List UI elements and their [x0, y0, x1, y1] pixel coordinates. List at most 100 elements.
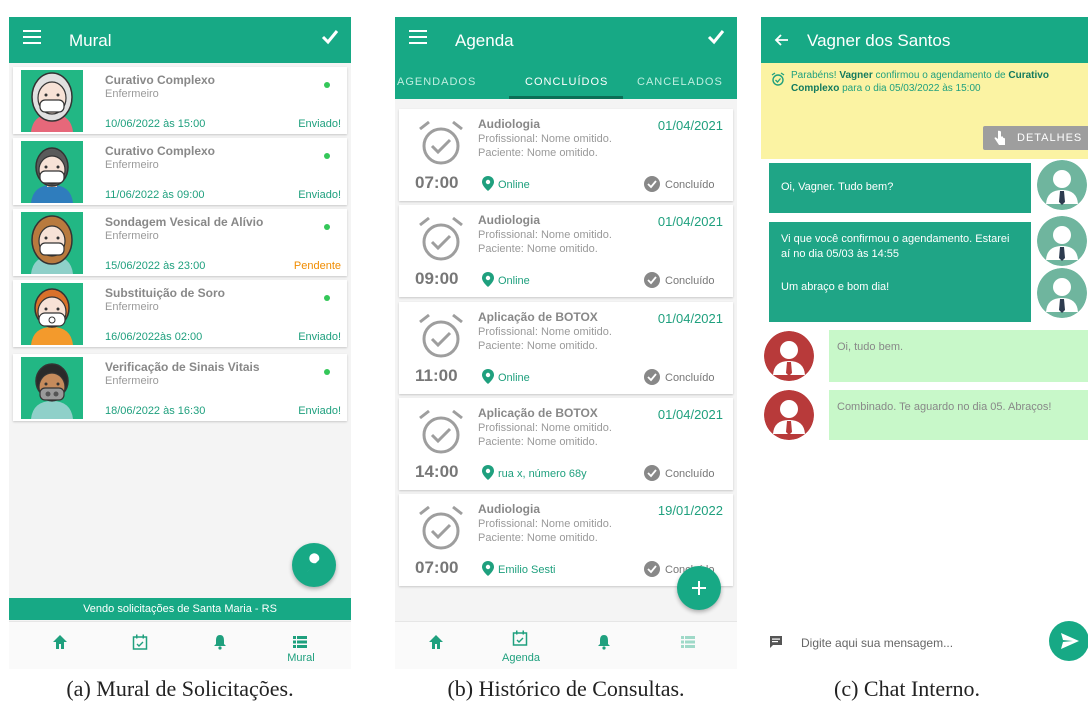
request-card[interactable]: Sondagem Vesical de Alívio Enfermeiro 15… [13, 209, 347, 276]
tab-concluidos[interactable]: CONCLUÍDOS [525, 76, 608, 88]
appointment-time: 14:00 [415, 462, 459, 481]
appointment-title: Audiologia [478, 213, 540, 227]
list-icon [681, 636, 695, 648]
request-datetime: 18/06/2022 às 16:30 [105, 405, 206, 417]
appointment-professional: Profissional: Nome omitido. [478, 422, 612, 434]
notice-text: Parabéns! Vagner confirmou o agendamento… [791, 69, 1083, 95]
location-pin-icon [482, 465, 494, 480]
user-avatar-icon [1037, 160, 1087, 210]
appointment-patient: Paciente: Nome omitido. [478, 340, 598, 352]
appointment-date: 01/04/2021 [657, 214, 723, 229]
appointment-location: Online [498, 275, 530, 287]
appointment-card[interactable]: Aplicação de BOTOX Profissional: Nome om… [399, 302, 733, 394]
appointment-time: 09:00 [415, 269, 459, 288]
wrench-icon [307, 553, 320, 572]
page-title: Agenda [455, 31, 514, 50]
agenda-app-bar: Agenda [395, 17, 737, 63]
alarm-clock-icon [419, 505, 463, 550]
avatar [21, 141, 83, 203]
status-badge: Pendente [293, 260, 341, 272]
appointment-status: Concluído [665, 275, 715, 287]
send-icon [1061, 633, 1079, 649]
nav-agenda[interactable]: Agenda [481, 622, 561, 669]
appointment-date: 01/04/2021 [657, 407, 723, 422]
check-circle-icon [644, 272, 660, 288]
request-role: Enfermeiro [105, 159, 159, 171]
appointment-patient: Paciente: Nome omitido. [478, 243, 598, 255]
nav-agenda[interactable] [101, 622, 181, 669]
bottom-navigation: Agenda [395, 621, 737, 669]
nav-mural[interactable]: Mural [261, 622, 341, 669]
appointment-card[interactable]: Aplicação de BOTOX Profissional: Nome om… [399, 398, 733, 490]
request-datetime: 10/06/2022 às 15:00 [105, 118, 206, 130]
appointment-professional: Profissional: Nome omitido. [478, 229, 612, 241]
nurse-avatar-icon [31, 288, 73, 345]
request-card[interactable]: Curativo Complexo Enfermeiro 10/06/2022 … [13, 67, 347, 134]
status-dot [324, 224, 330, 230]
add-appointment-button[interactable] [677, 566, 721, 610]
wrench-fab-button[interactable] [292, 543, 336, 587]
appointment-status: Concluído [665, 372, 715, 384]
tab-agendados[interactable]: AGENDADOS [397, 76, 476, 88]
avatar [1037, 160, 1087, 210]
list-icon [293, 636, 307, 648]
details-button[interactable]: DETALHES [983, 126, 1088, 150]
request-title: Substituição de Soro [105, 286, 226, 300]
appointment-patient: Paciente: Nome omitido. [478, 436, 598, 448]
menu-icon[interactable] [23, 30, 41, 44]
request-card[interactable]: Curativo Complexo Enfermeiro 11/06/2022 … [13, 138, 347, 205]
appointment-location: Emilio Sesti [498, 564, 556, 576]
nav-label: Agenda [502, 652, 540, 664]
alarm-clock-icon [419, 409, 463, 454]
nav-notifications[interactable] [565, 622, 645, 669]
mural-app-bar: Mural [9, 17, 351, 63]
request-title: Verificação de Sinais Vitais [105, 360, 260, 374]
check-circle-icon [644, 176, 660, 192]
appointment-date: 19/01/2022 [657, 503, 723, 518]
notice-text-part: confirmou o agendamento de [872, 70, 1009, 81]
appointment-card[interactable]: Audiologia Profissional: Nome omitido. P… [399, 205, 733, 297]
back-arrow-icon[interactable] [773, 32, 789, 48]
message-icon [770, 636, 782, 648]
appointment-time: 07:00 [415, 173, 459, 192]
app-logo-icon [321, 30, 339, 45]
nurse-avatar-icon [31, 72, 73, 132]
outgoing-message: Vi que você confirmou o agendamento. Est… [769, 222, 1031, 272]
appointment-date: 01/04/2021 [657, 118, 723, 133]
request-datetime: 16/06/2022às 02:00 [105, 331, 203, 343]
send-button[interactable] [1049, 621, 1088, 661]
request-card[interactable]: Substituição de Soro Enfermeiro 16/06/20… [13, 280, 347, 347]
menu-icon[interactable] [409, 30, 427, 44]
notice-name: Vagner [839, 70, 873, 81]
figure-caption: (c) Chat Interno. [834, 676, 980, 701]
location-footer: Vendo solicitações de Santa Maria - RS [9, 598, 351, 620]
request-card[interactable]: Verificação de Sinais Vitais Enfermeiro … [13, 354, 347, 421]
appointment-title: Audiologia [478, 502, 540, 516]
status-dot [324, 82, 330, 88]
appointment-location: rua x, número 68y [498, 468, 587, 480]
message-input[interactable]: Digite aqui sua mensagem... [801, 636, 953, 650]
nurse-avatar-icon [31, 363, 73, 419]
nav-home[interactable] [21, 622, 101, 669]
status-badge: Enviado! [298, 331, 341, 343]
alarm-check-icon [771, 72, 785, 86]
incoming-message: Combinado. Te aguardo no dia 05. Abraços… [829, 390, 1088, 440]
request-title: Curativo Complexo [105, 73, 216, 87]
nav-label: Mural [287, 652, 315, 664]
request-role: Enfermeiro [105, 301, 159, 313]
status-badge: Enviado! [298, 189, 341, 201]
chat-screen: Vagner dos Santos Parabéns! Vagner confi… [761, 17, 1088, 669]
tab-cancelados[interactable]: CANCELADOS [637, 76, 723, 88]
appointment-card[interactable]: Audiologia Profissional: Nome omitido. P… [399, 109, 733, 201]
nav-home[interactable] [397, 622, 477, 669]
user-avatar-icon [764, 331, 814, 381]
outgoing-message: Oi, Vagner. Tudo bem? [769, 163, 1031, 213]
appointment-professional: Profissional: Nome omitido. [478, 518, 612, 530]
avatar [764, 390, 814, 440]
check-circle-icon [644, 465, 660, 481]
nav-mural[interactable] [649, 622, 729, 669]
chat-contact-name: Vagner dos Santos [807, 31, 951, 50]
request-datetime: 15/06/2022 às 23:00 [105, 260, 206, 272]
nav-notifications[interactable] [181, 622, 261, 669]
agenda-tabs: AGENDADOS CONCLUÍDOS CANCELADOS [395, 63, 737, 99]
